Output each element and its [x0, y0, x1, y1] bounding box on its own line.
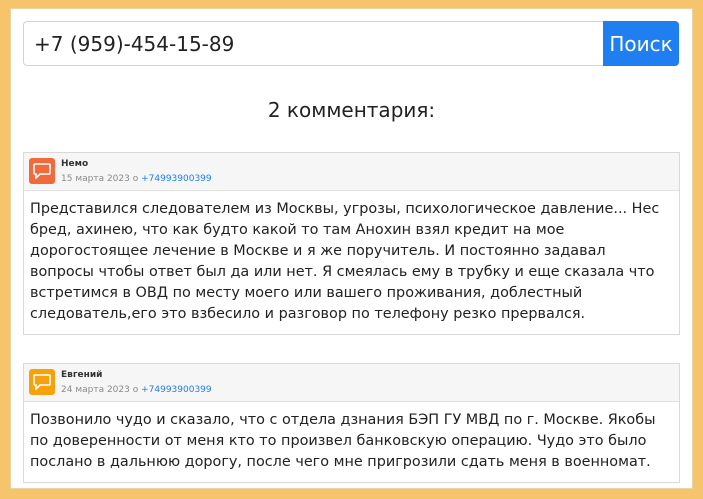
comments-title: 2 комментария:	[267, 98, 436, 122]
comment-text: Представился следователем из Москвы, угр…	[30, 201, 660, 322]
comment-phone-link[interactable]: +74993900399	[141, 174, 212, 184]
avatar	[29, 158, 55, 184]
comment-header: Евгений 24 марта 2023 о +74993900399	[24, 364, 679, 402]
comment-meta: 24 марта 2023 о +74993900399	[61, 385, 212, 395]
search-button[interactable]: Поиск	[603, 21, 679, 66]
comment-date: 24 марта 2023 о	[61, 385, 139, 395]
comment-phone-link[interactable]: +74993900399	[141, 385, 212, 395]
page-content: Поиск 2 комментария: Немо 15 марта 2023 …	[10, 8, 693, 489]
speech-bubble-icon	[33, 163, 51, 179]
search-input[interactable]	[23, 21, 603, 66]
comment-text: Позвонило чудо и сказало, что с отдела д…	[30, 412, 656, 470]
comment-meta: 15 марта 2023 о +74993900399	[61, 174, 212, 184]
comment-card: Евгений 24 марта 2023 о +74993900399 Поз…	[23, 363, 680, 483]
speech-bubble-icon	[33, 374, 51, 390]
search-bar: Поиск	[23, 21, 679, 66]
comment-date: 15 марта 2023 о	[61, 174, 139, 184]
comment-card: Немо 15 марта 2023 о +74993900399 Предст…	[23, 152, 680, 335]
avatar	[29, 369, 55, 395]
page-frame: Поиск 2 комментария: Немо 15 марта 2023 …	[0, 0, 703, 499]
comment-author: Евгений	[61, 370, 103, 380]
comment-author: Немо	[61, 159, 89, 169]
comment-header: Немо 15 марта 2023 о +74993900399	[24, 153, 679, 191]
